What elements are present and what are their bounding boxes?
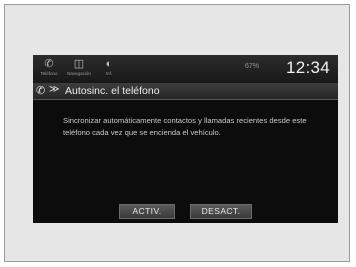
status-bar: ✆ Teléfono ◫ Navegación ◐ Inf. 67% 12:34 [33,55,338,83]
info-shortcut-button[interactable]: ◐ Inf. [97,58,121,80]
info-shortcut-label: Inf. [105,71,113,76]
title-bar: ✆ ≫ Autosinc. el teléfono [33,83,338,100]
navigation-icon: ◫ [73,58,85,70]
navigation-shortcut-label: Navegación [67,71,91,76]
phone-shortcut-label: Teléfono [40,71,58,76]
breadcrumb-chevron-icon: ≫ [49,84,60,95]
page-title: Autosinc. el teléfono [65,85,160,97]
phone-shortcut-button[interactable]: ✆ Teléfono [37,58,61,80]
clock: 12:34 [285,58,330,77]
phone-icon: ✆ [36,85,46,97]
manual-figure-frame: ✆ Teléfono ◫ Navegación ◐ Inf. 67% 12:34… [4,4,350,262]
info-icon: ◐ [105,58,113,70]
activate-button[interactable]: ACTIV. [119,204,175,219]
navigation-shortcut-button[interactable]: ◫ Navegación [67,58,91,80]
infotainment-screen: ✆ Teléfono ◫ Navegación ◐ Inf. 67% 12:34… [33,55,338,223]
description-text: Sincronizar automáticamente contactos y … [63,116,307,137]
phone-icon: ✆ [44,58,54,70]
signal-indicator: 67% [245,63,260,70]
deactivate-button[interactable]: DESACT. [190,204,252,219]
